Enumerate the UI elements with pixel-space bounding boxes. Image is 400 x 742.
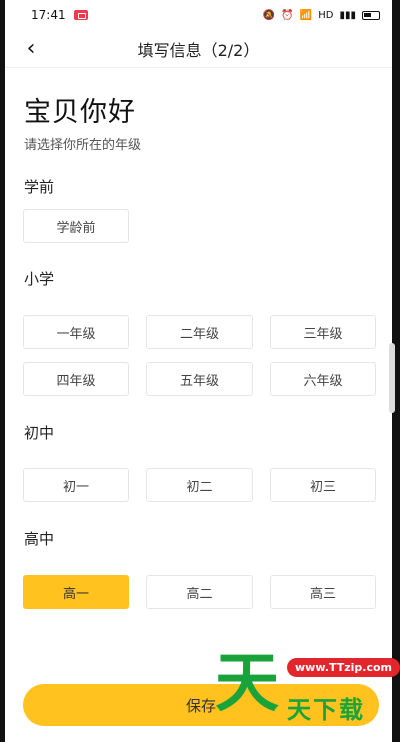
grade-option-senior-1[interactable]: 高一 xyxy=(23,575,129,609)
grade-option-grade-1[interactable]: 一年级 xyxy=(23,315,129,349)
nav-bar: ‹ 填写信息（2/2） xyxy=(5,30,392,68)
page-title: 填写信息（2/2） xyxy=(137,40,260,60)
grade-option-senior-3[interactable]: 高三 xyxy=(270,575,376,609)
grade-option-grade-5[interactable]: 五年级 xyxy=(146,362,253,396)
section-title-junior: 初中 xyxy=(24,424,55,442)
back-arrow-icon[interactable]: ‹ xyxy=(19,36,43,61)
grade-option-junior-2[interactable]: 初二 xyxy=(146,468,253,502)
grade-option-grade-2[interactable]: 二年级 xyxy=(146,315,253,349)
watermark-big-char: 天 xyxy=(215,647,279,721)
grade-option-preschool[interactable]: 学龄前 xyxy=(23,209,129,243)
section-title-senior: 高中 xyxy=(24,530,55,548)
alarm-icon: ⏰ xyxy=(281,9,294,21)
grade-option-junior-3[interactable]: 初三 xyxy=(270,468,376,502)
notification-icon xyxy=(73,10,88,20)
greeting-heading: 宝贝你好 xyxy=(24,97,136,128)
status-time: 17:41 xyxy=(31,8,66,22)
grade-option-grade-4[interactable]: 四年级 xyxy=(23,362,129,396)
grade-subtitle: 请选择你所在的年级 xyxy=(24,138,142,153)
grade-option-grade-6[interactable]: 六年级 xyxy=(270,362,376,396)
watermark-logo: 天 www.TTzip.com 天下载 xyxy=(215,647,400,727)
grade-option-senior-2[interactable]: 高二 xyxy=(146,575,253,609)
grade-option-grade-3[interactable]: 三年级 xyxy=(270,315,376,349)
watermark-url: www.TTzip.com xyxy=(287,658,400,677)
watermark-text: 天下载 xyxy=(287,696,365,724)
scrollbar-handle[interactable] xyxy=(389,343,395,413)
grade-option-junior-1[interactable]: 初一 xyxy=(23,468,129,502)
signal-icon: ▮▮▮ xyxy=(339,9,356,21)
status-left: 17:41 xyxy=(31,8,88,22)
phone-screen: 17:41 🔕 ⏰ 📶 HD ▮▮▮ ‹ 填写信息（2/2） 宝贝你好 请选择你… xyxy=(0,0,400,742)
mute-icon: 🔕 xyxy=(262,9,276,21)
wifi-icon: 📶 xyxy=(299,9,313,21)
status-right: 🔕 ⏰ 📶 HD ▮▮▮ xyxy=(263,10,380,21)
section-title-preschool: 学前 xyxy=(24,178,55,196)
network-label: HD xyxy=(318,9,334,21)
battery-icon xyxy=(362,10,380,20)
status-bar: 17:41 🔕 ⏰ 📶 HD ▮▮▮ xyxy=(5,0,392,30)
section-title-primary: 小学 xyxy=(24,270,55,288)
